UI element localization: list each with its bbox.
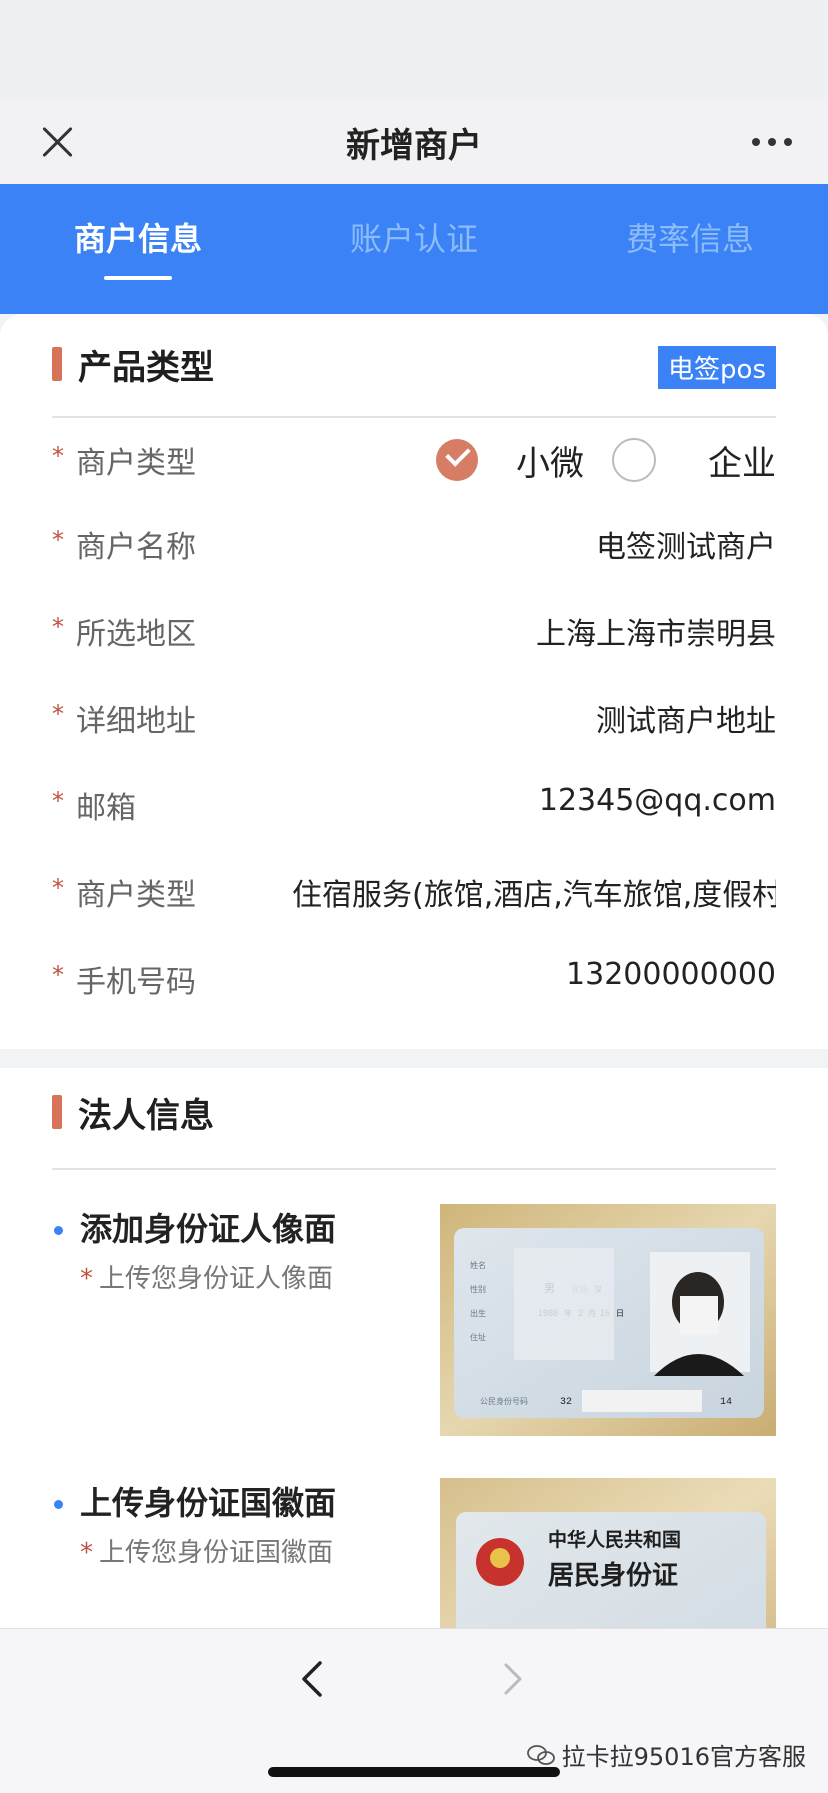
blur-mask [514,1248,614,1360]
forward-arrow-icon[interactable] [498,1659,530,1699]
business-category-row[interactable]: * 商户类型 住宿服务(旅馆,酒店,汽车旅馆,度假村 [52,862,776,922]
id-field-text: 姓名 [470,1260,486,1270]
id-field-text: 32 [560,1397,572,1408]
legal-person-section: 法人信息 添加身份证人像面 *上传您身份证人像面 姓名 性别 男 [0,1068,828,1628]
merchant-name-row[interactable]: * 商户名称 电签测试商户 [52,514,776,574]
phone-value[interactable]: 13200000000 [566,957,776,992]
national-emblem-inner [490,1548,510,1568]
field-label: 手机号码 [76,965,196,1000]
id-front-hint: * 上传您身份证人像面 [80,1258,333,1295]
required-mark: * [52,613,64,641]
active-tab-indicator [104,276,172,280]
id-back-upload: 上传身份证国徽面 * 上传您身份证国徽面 中华人民共和国 居民身份证 [52,1478,776,1628]
id-field-text: 出生 [470,1308,486,1318]
id-front-photo: 姓名 性别 男 民族 汉 出生 1988 年 2 月 15 日 住址 公民身份号… [440,1204,776,1436]
id-back-line2: 居民身份证 [548,1560,678,1591]
business-category-value[interactable]: 住宿服务(旅馆,酒店,汽车旅馆,度假村 [292,870,776,914]
tab-account-auth[interactable]: 账户认证 [276,214,552,260]
radio-label-enterprise[interactable]: 企业 [708,436,776,485]
section-accent-bar [52,1095,62,1129]
bottom-toolbar: 拉卡拉95016官方客服 [0,1628,828,1793]
region-row[interactable]: * 所选地区 上海上海市崇明县 [52,601,776,661]
id-field-text: 性别 [470,1284,486,1294]
tab-rate-info[interactable]: 费率信息 [552,214,828,260]
required-mark: * [52,961,64,989]
id-back-hint-text: 上传您身份证国徽面 [99,1538,334,1568]
phone-row[interactable]: * 手机号码 13200000000 [52,949,776,1009]
region-value[interactable]: 上海上海市崇明县 [536,609,776,653]
address-value[interactable]: 测试商户地址 [596,696,776,740]
id-field-text: 公民身份号码 [480,1396,528,1406]
back-arrow-icon[interactable] [296,1659,328,1699]
email-row[interactable]: * 邮箱 12345@qq.com [52,775,776,835]
watermark-text: 拉卡拉95016官方客服 [561,1743,806,1771]
id-front-title: 添加身份证人像面 [80,1210,337,1248]
address-row[interactable]: * 详细地址 测试商户地址 [52,688,776,748]
id-back-line1: 中华人民共和国 [548,1528,681,1551]
divider [52,416,776,418]
id-number-mask [582,1390,702,1412]
required-mark: * [80,1538,93,1568]
required-mark: * [52,874,64,902]
bullet-dot [54,1226,63,1235]
watermark: 拉卡拉95016官方客服 [526,1737,806,1772]
radio-small-micro[interactable] [436,439,478,481]
product-badge: 电签pos [658,346,776,389]
required-mark: * [52,700,64,728]
product-section: 产品类型 电签pos * 商户类型 小微 企业 * 商户名称 电签测试商户 * … [0,314,828,1049]
merchant-type-row: * 商户类型 小微 企业 [52,430,776,490]
id-field-text: 日 [616,1309,624,1318]
tab-bar: 商户信息 账户认证 费率信息 [0,184,828,314]
field-label: 所选地区 [76,617,196,652]
tab-merchant-info[interactable]: 商户信息 [0,214,276,260]
required-mark: * [52,526,64,554]
section-header: 产品类型 [52,344,214,388]
required-mark: * [52,787,64,815]
field-label: 商户名称 [76,530,196,565]
id-front-hint-text: 上传您身份证人像面 [99,1264,334,1294]
bullet-dot [54,1500,63,1509]
id-back-photo: 中华人民共和国 居民身份证 [440,1478,776,1628]
home-indicator [268,1767,560,1777]
merchant-type-radio-group: 小微 企业 [436,430,776,490]
id-front-upload: 添加身份证人像面 *上传您身份证人像面 姓名 性别 男 民族 汉 [52,1204,776,1436]
field-label: 商户类型 [76,446,196,481]
divider [52,1168,776,1170]
radio-enterprise[interactable] [612,438,656,482]
nav-bar: 新增商户 [0,100,828,184]
id-back-hint: * 上传您身份证国徽面 [80,1532,333,1569]
field-label: 邮箱 [76,791,136,826]
field-label: 详细地址 [76,704,196,739]
page-title: 新增商户 [346,126,482,166]
section-title: 法人信息 [78,1095,214,1136]
id-front-image[interactable]: 姓名 性别 男 民族 汉 出生 1988 年 2 月 15 日 住址 公民身份号… [440,1204,776,1436]
more-icon[interactable] [752,138,792,148]
status-bar [0,0,828,100]
id-field-text: 14 [720,1397,732,1408]
id-back-title: 上传身份证国徽面 [80,1484,337,1522]
face-mask [680,1296,718,1334]
radio-label-small-micro[interactable]: 小微 [516,436,584,485]
field-label: 商户类型 [76,878,196,913]
merchant-name-value[interactable]: 电签测试商户 [596,522,776,566]
email-value[interactable]: 12345@qq.com [539,783,776,818]
required-mark: * [52,442,64,470]
wechat-icon [526,1744,555,1765]
section-title: 产品类型 [78,347,214,388]
id-field-text: 住址 [470,1332,486,1342]
required-mark: * [80,1264,93,1294]
section-header: 法人信息 [52,1092,214,1136]
section-accent-bar [52,347,62,381]
id-back-image[interactable]: 中华人民共和国 居民身份证 [440,1478,776,1628]
